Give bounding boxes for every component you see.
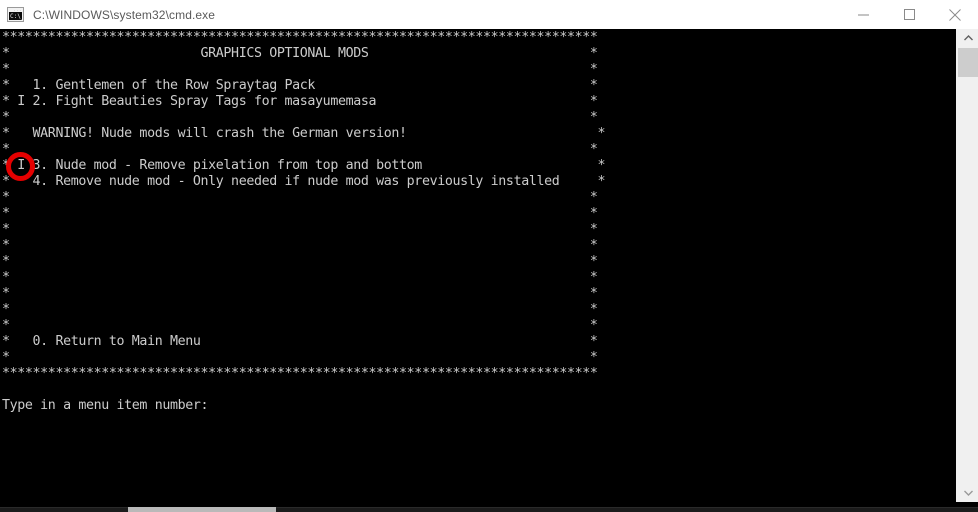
close-button[interactable] [932,0,978,29]
console-text: ****************************************… [2,30,606,413]
scroll-down-arrow-icon[interactable] [957,484,978,502]
minimize-button[interactable] [840,0,886,29]
desktop-bottom-strip [0,507,978,512]
maximize-button[interactable] [886,0,932,29]
cmd-icon-prompt-text: C:\_ [9,12,22,20]
scroll-thumb[interactable] [958,48,978,77]
cmd-console-icon: ... C:\_ [7,7,24,22]
cmd-window: ... C:\_ C:\WINDOWS\system32\cmd.exe ***… [0,0,978,512]
console-output-area[interactable]: ****************************************… [0,29,956,502]
taskbar-sliver-left [128,507,276,512]
window-titlebar[interactable]: ... C:\_ C:\WINDOWS\system32\cmd.exe [0,0,978,30]
vertical-scrollbar[interactable] [956,29,978,502]
window-title: C:\WINDOWS\system32\cmd.exe [33,7,216,22]
scroll-up-arrow-icon[interactable] [957,29,978,47]
scroll-track[interactable] [957,77,978,484]
